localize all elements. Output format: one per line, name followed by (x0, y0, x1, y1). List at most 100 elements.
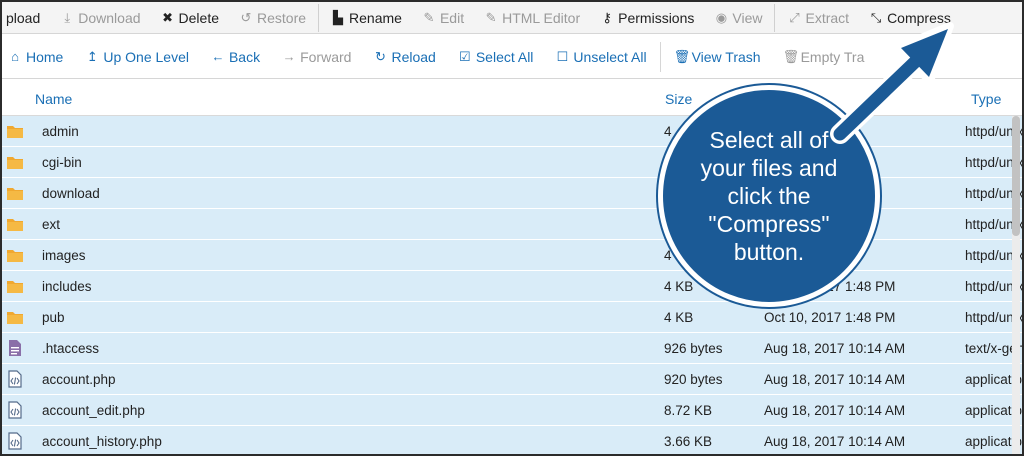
folder-icon (6, 246, 24, 264)
toolbar-button-label: Compress (887, 9, 951, 26)
table-row[interactable]: includes4 KBOct 10, 2017 1:48 PMhttpd/un… (2, 271, 1022, 302)
toolbar-button-label: Rename (349, 9, 402, 26)
file-size: 3.66 KB (664, 434, 713, 449)
toolbar-view-button[interactable]: ◉ View (704, 2, 772, 34)
toolbar-rename-button[interactable]: ▙ Rename (321, 2, 412, 34)
column-header-type[interactable]: Type (971, 91, 1001, 107)
toolbar-button-label: Edit (439, 9, 465, 26)
nav-separator (659, 41, 661, 72)
folder-icon (6, 308, 24, 326)
file-modified-date: Aug 18, 2017 10:14 AM (764, 372, 906, 387)
nav-unselect-all-button[interactable]: ☐ Unselect All (544, 35, 657, 79)
file-modified-date: Aug 18, 2017 10:14 AM (764, 434, 906, 449)
pencil-icon: ✎ (423, 9, 435, 25)
table-row[interactable]: .htaccess 926 bytes Aug 18, 2017 10:14 AM t… (2, 333, 1022, 364)
toolbar-button-label: View (732, 9, 763, 26)
nav-reload-button[interactable]: ↻ Reload (362, 35, 446, 79)
toolbar-pload-button[interactable]: pload (2, 2, 50, 34)
toolbar-delete-button[interactable]: ✖ Delete (151, 2, 229, 34)
toolbar-permissions-button[interactable]: ⚷ Permissions (590, 2, 704, 34)
file-size: 4 (664, 124, 672, 139)
key-icon: ⚷ (602, 9, 612, 25)
table-row[interactable]: account.php 920 bytes Aug 18, 2017 10:14 A… (2, 364, 1022, 395)
nav-button-label: Up One Level (103, 48, 189, 65)
file-size: 4 KB (664, 279, 694, 294)
file-modified-date: Aug 18, 2017 10:14 AM (764, 341, 906, 356)
instruction-callout: Select all of your files and click the "… (658, 85, 880, 307)
nav-home-button[interactable]: ⌂ Home (2, 35, 74, 79)
nav-forward-button[interactable]: → Forward (271, 35, 362, 79)
table-row[interactable]: pub 4 KB Oct 10, 2017 1:48 PM httpd/unix (2, 302, 1022, 333)
file-name: download (42, 186, 100, 201)
nav-view-trash-button[interactable]: 🗑 View Trash (663, 35, 772, 79)
code-file-icon (6, 370, 24, 388)
toolbar-button-label: Delete (178, 9, 219, 26)
file-size: 926 bytes (664, 341, 723, 356)
file-name: cgi-bin (42, 155, 82, 170)
trash-icon: 🗑 (673, 48, 691, 64)
scrollbar-thumb[interactable] (1012, 116, 1020, 236)
expand-icon: ⤢ (789, 9, 800, 25)
up-arrow-icon: ↥ (86, 48, 98, 64)
file-name: includes (42, 279, 92, 294)
navigation-toolbar: ⌂ Home ↥ Up One Level ← Back → Forward ↻ Reload ☑ S… (2, 35, 1022, 79)
toolbar-button-label: Extract (805, 9, 850, 26)
table-row[interactable]: images4 KB1:48 PMhttpd/unix (2, 240, 1022, 271)
file-name: account.php (42, 372, 116, 387)
file-size: 920 bytes (664, 372, 723, 387)
toolbar-button-label: pload (6, 9, 41, 26)
folder-icon (6, 215, 24, 233)
file-list-header: Name Size Type (2, 82, 1022, 116)
file-name: admin (42, 124, 79, 139)
toolbar-html-editor-button[interactable]: ✎ HTML Editor (474, 2, 590, 34)
nav-select-all-button[interactable]: ☑ Select All (447, 35, 545, 79)
nav-empty-tra-button[interactable]: 🗑 Empty Tra (772, 35, 876, 79)
close-icon: ✖ (162, 9, 173, 25)
file-modified-date: Oct 10, 2017 1:48 PM (764, 310, 896, 325)
file-modified-date: Aug 18, 2017 10:14 AM (764, 403, 906, 418)
nav-button-label: Back (228, 48, 261, 65)
nav-button-label: Empty Tra (800, 48, 865, 65)
trash-icon: 🗑 (782, 48, 800, 64)
file-name: ext (42, 217, 61, 232)
column-header-name[interactable]: Name (35, 91, 72, 107)
home-icon: ⌂ (11, 49, 19, 64)
file-name: .htaccess (42, 341, 100, 356)
table-row[interactable]: account_edit.php 8.72 KB Aug 18, 2017 10:1… (2, 395, 1022, 426)
toolbar-restore-button[interactable]: ↺ Restore (229, 2, 316, 34)
toolbar-download-button[interactable]: ⤓ Download (50, 2, 150, 34)
file-name: images (42, 248, 86, 263)
folder-icon (6, 153, 24, 171)
text-file-icon (6, 339, 24, 357)
folder-icon (6, 122, 24, 140)
nav-button-label: Home (26, 48, 64, 65)
nav-button-label: Reload (391, 48, 436, 65)
compress-icon: ⤡ (870, 9, 882, 25)
download-icon: ⤓ (64, 9, 71, 25)
folder-icon (6, 277, 24, 295)
toolbar-separator (318, 3, 320, 32)
action-toolbar: pload ⤓ Download ✖ Delete ↺ Restore ▙ Rename ✎ Edi… (2, 2, 1022, 34)
toolbar-compress-button[interactable]: ⤡ Compress (859, 2, 961, 34)
column-header-size[interactable]: Size (665, 91, 692, 107)
toolbar-separator (774, 3, 776, 32)
toolbar-extract-button[interactable]: ⤢ Extract (777, 2, 859, 34)
file-name: account_history.php (42, 434, 162, 449)
code-file-icon (6, 401, 24, 419)
file-name: pub (42, 310, 65, 325)
checkbox-empty-icon: ☐ (556, 48, 569, 64)
nav-button-label: View Trash (691, 48, 761, 65)
nav-button-label: Forward (300, 48, 352, 65)
nav-button-label: Unselect All (573, 48, 647, 65)
table-row[interactable]: admin453 PMhttpd/unix (2, 116, 1022, 147)
nav-button-label: Select All (475, 48, 534, 65)
file-size: 8.72 KB (664, 403, 713, 418)
toolbar-button-label: HTML Editor (502, 9, 581, 26)
nav-back-button[interactable]: ← Back (200, 35, 271, 79)
callout-text: Select all of your files and click the "… (700, 127, 838, 265)
table-row[interactable]: account_history.php 3.66 KB Aug 18, 2017 1… (2, 426, 1022, 454)
restore-icon: ↺ (240, 9, 252, 25)
file-size: 4 KB (664, 310, 694, 325)
nav-up-one-level-button[interactable]: ↥ Up One Level (74, 35, 200, 79)
toolbar-edit-button[interactable]: ✎ Edit (412, 2, 474, 34)
